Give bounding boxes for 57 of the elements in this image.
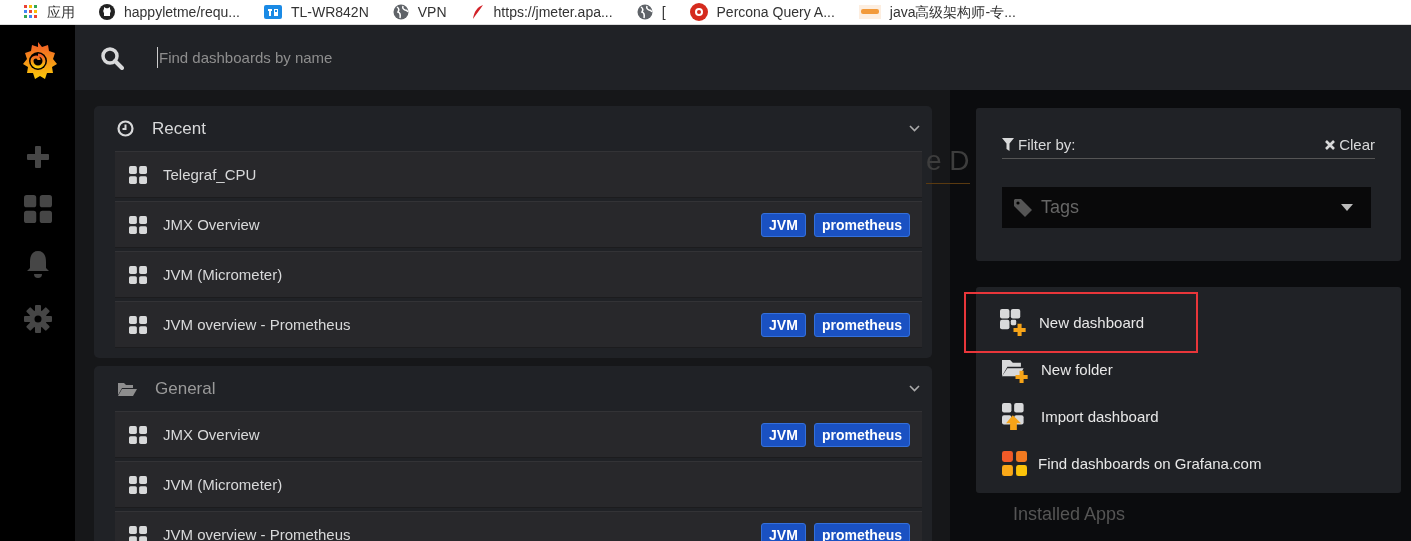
percona-logo-icon [689, 3, 708, 21]
action-link[interactable]: New folder [1002, 356, 1375, 383]
folder-icon [117, 380, 137, 397]
installed-apps-heading: Installed Apps [1013, 504, 1126, 525]
close-icon [1325, 139, 1336, 150]
bookmark[interactable]: https://jmeter.apa... [464, 4, 619, 20]
globe-icon [392, 4, 409, 20]
tag-icon [1013, 197, 1033, 218]
dashboard-grid-icon [129, 165, 147, 184]
feather-icon [470, 4, 485, 20]
clock-icon [117, 120, 134, 137]
chevron-down-icon[interactable] [909, 385, 920, 392]
dashboard-grid-icon [129, 475, 147, 494]
bookmark[interactable]: Percona Query A... [683, 3, 841, 21]
dashboard-row[interactable]: JMX Overview JVM prometheus [115, 201, 922, 248]
bookmark[interactable]: happyletme/requ... [93, 4, 246, 20]
dashboard-row[interactable]: JMX Overview JVM prometheus [115, 411, 922, 458]
filter-label: Filter by: [1002, 136, 1076, 153]
dashboard-row[interactable]: Telegraf_CPU [115, 151, 922, 198]
tag[interactable]: JVM [761, 522, 806, 541]
filter-icon [1002, 138, 1014, 151]
dashboard-grid-icon [129, 315, 147, 334]
action-link[interactable]: Find dashboards on Grafana.com [1002, 450, 1375, 477]
dashboard-grid-icon [129, 525, 147, 541]
dashboard-row[interactable]: JVM (Micrometer) [115, 251, 922, 298]
bookmark[interactable]: VPN [386, 4, 453, 20]
tag[interactable]: JVM [761, 212, 806, 237]
search-input[interactable]: Find dashboards by name [157, 47, 1411, 68]
chevron-down-icon[interactable] [909, 125, 920, 132]
section-header[interactable]: Recent [115, 106, 922, 151]
search-field[interactable]: Find dashboards by name [75, 25, 1411, 90]
search-icon[interactable] [100, 45, 124, 70]
caret-down-icon [1341, 204, 1353, 211]
tag[interactable]: JVM [761, 422, 806, 447]
dashboard-row[interactable]: JVM (Micrometer) [115, 461, 922, 508]
tag[interactable]: prometheus [813, 212, 910, 237]
dashboard-grid-icon [129, 215, 147, 234]
bookmark[interactable]: [ [630, 4, 672, 20]
dashboard-plus-icon [1000, 309, 1027, 336]
router-logo-icon [263, 5, 282, 19]
dashboard-grid-icon [129, 265, 147, 284]
dashboard-row[interactable]: JVM overview - Prometheus JVM prometheus [115, 301, 922, 348]
section-header[interactable]: General [115, 366, 922, 411]
site-logo-icon [858, 5, 881, 19]
action-link[interactable]: New dashboard [964, 292, 1199, 353]
apps-icon [24, 5, 38, 19]
globe-icon [636, 4, 653, 20]
bookmark[interactable]: java高级架构师-专... [852, 4, 1022, 20]
tag[interactable]: JVM [761, 312, 806, 337]
tag[interactable]: prometheus [813, 312, 910, 337]
dashboard-grid-icon [1002, 451, 1027, 476]
dashboard-grid-icon [129, 425, 147, 444]
tag[interactable]: prometheus [813, 422, 910, 447]
action-link[interactable]: Import dashboard [1002, 403, 1375, 430]
bookmark[interactable]: 应用 [18, 4, 81, 20]
clear-button[interactable]: Clear [1325, 136, 1375, 153]
bookmark[interactable]: TL-WR842N [257, 4, 375, 20]
